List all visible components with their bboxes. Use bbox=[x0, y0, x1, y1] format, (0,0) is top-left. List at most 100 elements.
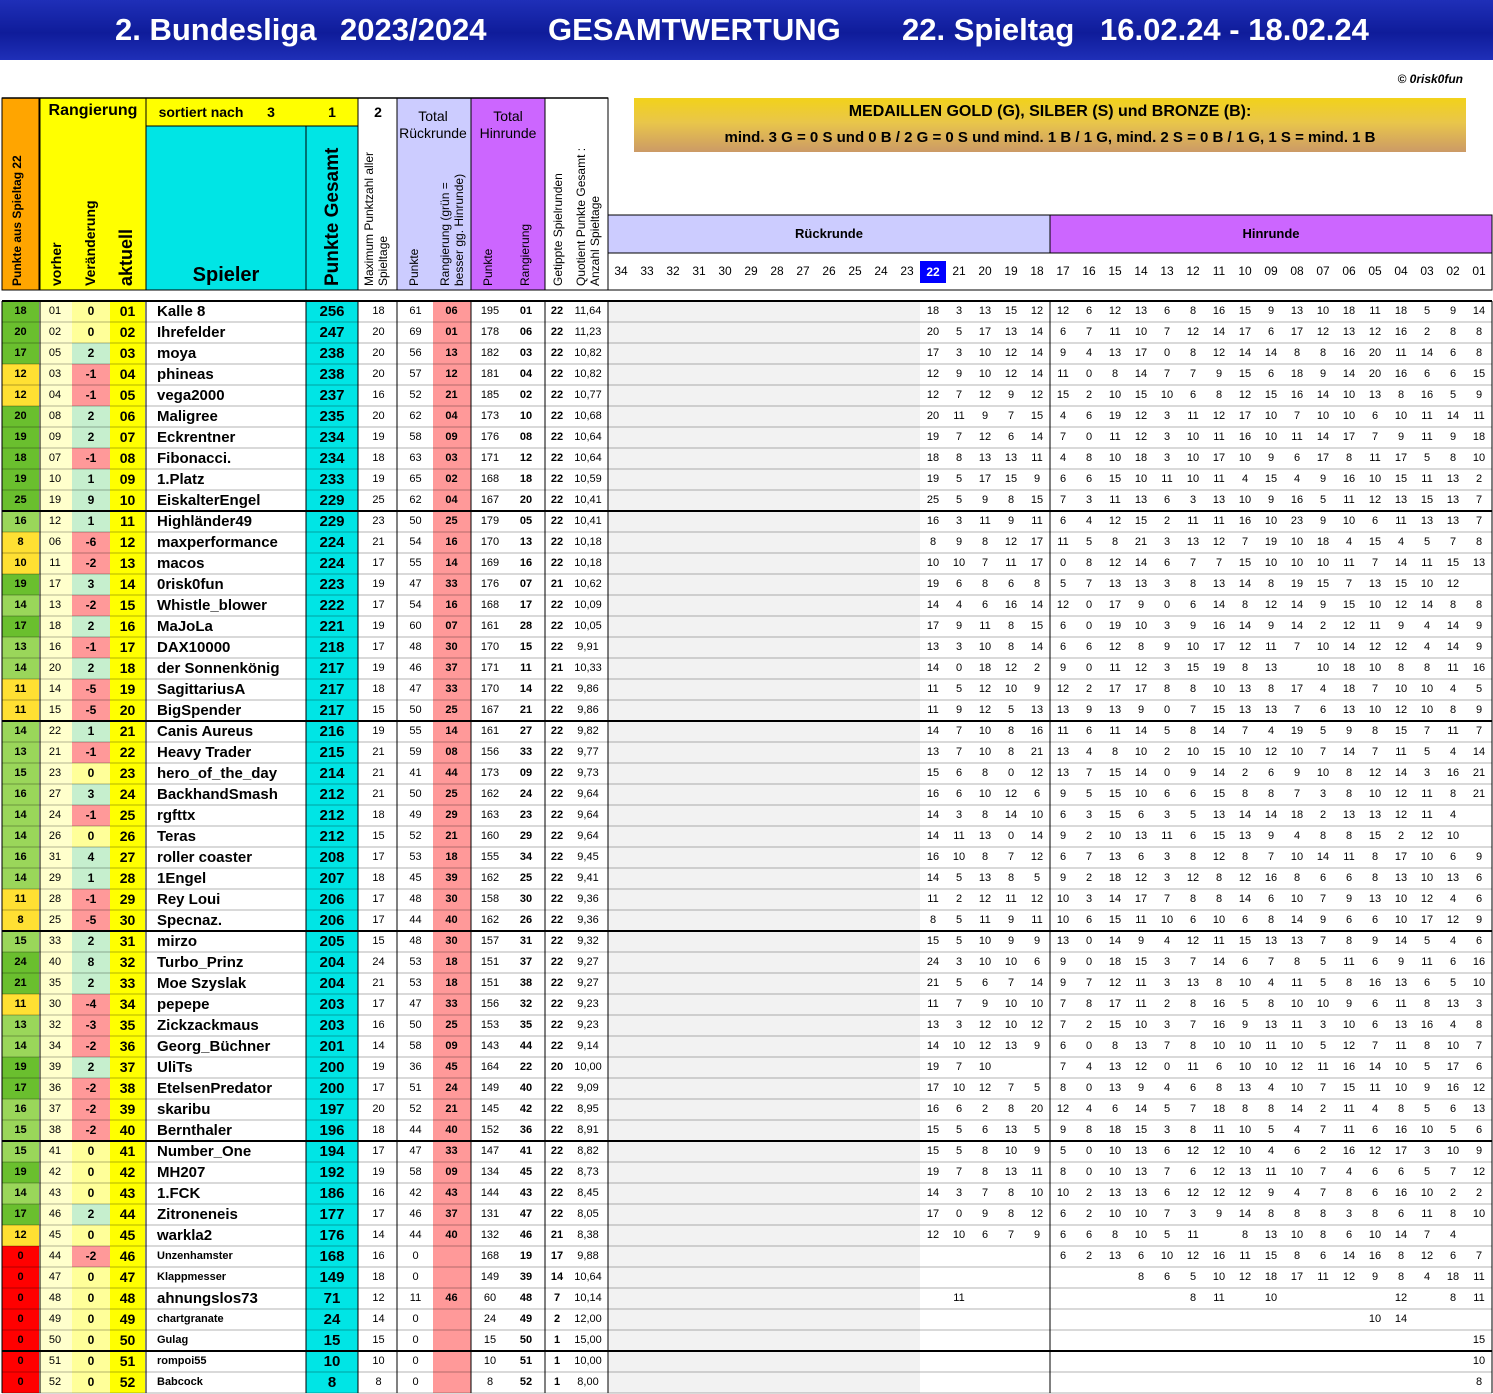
matchday-points: 9 bbox=[1258, 301, 1284, 322]
hin-rank: 20 bbox=[508, 490, 544, 511]
matchday-points: 5 bbox=[1076, 784, 1102, 805]
matchday-points bbox=[1050, 1372, 1076, 1393]
matchday-points: 9 bbox=[1310, 469, 1336, 490]
rank-current: 29 bbox=[110, 889, 145, 910]
rank-current: 18 bbox=[110, 658, 145, 679]
matchday-points: 9 bbox=[1232, 1015, 1258, 1036]
total-points: 234 bbox=[306, 427, 358, 448]
header-rueckrunde: Rückrunde bbox=[608, 226, 1050, 241]
matchday-points: 12 bbox=[1050, 1099, 1076, 1120]
total-points: 15 bbox=[306, 1330, 358, 1351]
max-points: 16 bbox=[360, 1015, 397, 1036]
points-matchday: 14 bbox=[2, 658, 39, 679]
matchday-points: 15 bbox=[920, 763, 946, 784]
matchday-points: 8 bbox=[998, 490, 1024, 511]
matchday-points: 11 bbox=[1414, 784, 1440, 805]
rank-current: 10 bbox=[110, 490, 145, 511]
matchday-points: 10 bbox=[998, 1015, 1024, 1036]
matchday-points: 11 bbox=[1414, 406, 1440, 427]
player-name: Georg_Büchner bbox=[146, 1036, 306, 1057]
matchday-points: 12 bbox=[1024, 301, 1050, 322]
matchday-points: 16 bbox=[1388, 1120, 1414, 1141]
matchday-points: 6 bbox=[1362, 511, 1388, 532]
matchday-points bbox=[946, 1330, 972, 1351]
matchday-points: 10 bbox=[1024, 994, 1050, 1015]
played-rounds: 22 bbox=[546, 742, 568, 763]
max-points: 17 bbox=[360, 553, 397, 574]
matchday-points: 10 bbox=[1102, 1162, 1128, 1183]
matchday-points: 10 bbox=[1336, 1015, 1362, 1036]
matchday-points: 9 bbox=[1154, 637, 1180, 658]
matchday-points: 11 bbox=[1336, 553, 1362, 574]
rank-previous: 23 bbox=[40, 763, 70, 784]
table-row: 11 15 -5 20 BigSpender 217 15 50 25 167 21 22 9,86 11… bbox=[0, 700, 1493, 721]
matchday-points: 11 bbox=[1414, 427, 1440, 448]
played-rounds: 14 bbox=[546, 1267, 568, 1288]
matchday-points: 2 bbox=[1388, 826, 1414, 847]
matchday-points: 0 bbox=[1076, 595, 1102, 616]
matchday-points: 10 bbox=[1128, 1015, 1154, 1036]
matchday-header-31: 31 bbox=[686, 264, 712, 278]
played-rounds: 22 bbox=[546, 1204, 568, 1225]
matchday-points: 5 bbox=[1310, 490, 1336, 511]
rank-change: -5 bbox=[72, 700, 110, 721]
matchday-points: 6 bbox=[1050, 1225, 1076, 1246]
matchday-points: 14 bbox=[1336, 364, 1362, 385]
rank-change: 2 bbox=[72, 973, 110, 994]
points-quotient: 8,73 bbox=[568, 1162, 608, 1183]
matchday-points: 23 bbox=[1284, 511, 1310, 532]
table-row: 20 02 0 02 Ihrefelder 247 20 69 01 178 06 22 11,23 20… bbox=[0, 322, 1493, 343]
matchday-points: 10 bbox=[1180, 427, 1206, 448]
matchday-points: 10 bbox=[1362, 469, 1388, 490]
total-points: 217 bbox=[306, 658, 358, 679]
matchday-points: 8 bbox=[1102, 742, 1128, 763]
matchday-header-27: 27 bbox=[790, 264, 816, 278]
matchday-points: 8 bbox=[1258, 1204, 1284, 1225]
matchday-points: 7 bbox=[1284, 637, 1310, 658]
rank-current: 49 bbox=[110, 1309, 145, 1330]
matchday-points: 9 bbox=[1284, 763, 1310, 784]
matchday-points bbox=[998, 1309, 1024, 1330]
points-matchday: 20 bbox=[2, 322, 39, 343]
matchday-points: 13 bbox=[1102, 700, 1128, 721]
matchday-points: 4 bbox=[1258, 1141, 1284, 1162]
matchday-points: 10 bbox=[972, 742, 998, 763]
matchday-points: 10 bbox=[972, 637, 998, 658]
matchday-points bbox=[1024, 1330, 1050, 1351]
matchday-points: 10 bbox=[1024, 805, 1050, 826]
hin-rank: 35 bbox=[508, 1015, 544, 1036]
rank-change: 2 bbox=[72, 343, 110, 364]
total-points: 222 bbox=[306, 595, 358, 616]
points-quotient: 9,09 bbox=[568, 1078, 608, 1099]
player-name: chartgranate bbox=[146, 1309, 306, 1330]
points-quotient: 9,23 bbox=[568, 994, 608, 1015]
max-points: 14 bbox=[360, 1225, 397, 1246]
matchday-points: 12 bbox=[1024, 385, 1050, 406]
points-matchday: 11 bbox=[2, 700, 39, 721]
matchday-points: 10 bbox=[1180, 742, 1206, 763]
matchday-points: 14 bbox=[920, 1183, 946, 1204]
matchday-points: 12 bbox=[1232, 1267, 1258, 1288]
points-matchday: 11 bbox=[2, 994, 39, 1015]
points-quotient: 9,14 bbox=[568, 1036, 608, 1057]
rueck-rank: 30 bbox=[433, 637, 470, 658]
matchday-header-05: 05 bbox=[1362, 264, 1388, 278]
hin-points: 15 bbox=[472, 1330, 508, 1351]
matchday-points: 3 bbox=[1310, 1015, 1336, 1036]
points-matchday: 19 bbox=[2, 574, 39, 595]
points-matchday: 8 bbox=[2, 532, 39, 553]
matchday-points: 16 bbox=[1206, 994, 1232, 1015]
matchday-points: 8 bbox=[1258, 679, 1284, 700]
played-rounds: 17 bbox=[546, 1246, 568, 1267]
matchday-points: 10 bbox=[1128, 322, 1154, 343]
matchday-points bbox=[998, 1267, 1024, 1288]
matchday-points bbox=[1336, 1372, 1362, 1393]
matchday-points: 10 bbox=[1414, 868, 1440, 889]
matchday-points: 13 bbox=[998, 448, 1024, 469]
matchday-points: 16 bbox=[1466, 952, 1492, 973]
matchday-points: 8 bbox=[998, 1183, 1024, 1204]
matchday-points: 10 bbox=[1102, 385, 1128, 406]
matchday-points: 21 bbox=[1466, 784, 1492, 805]
points-quotient: 10,18 bbox=[568, 532, 608, 553]
matchday-points: 0 bbox=[1154, 595, 1180, 616]
